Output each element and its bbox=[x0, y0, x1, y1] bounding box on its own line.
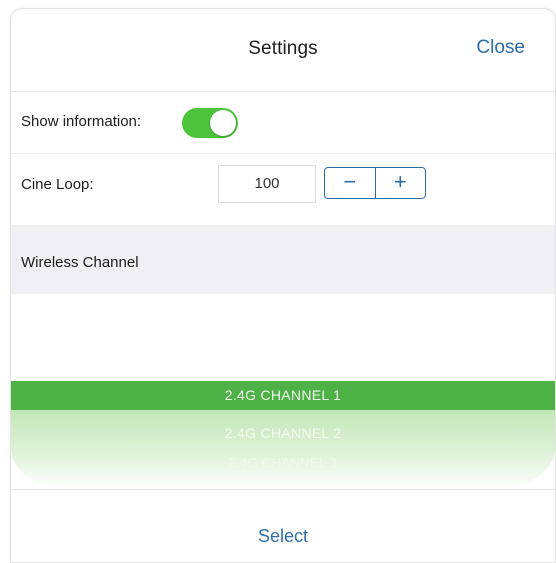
show-information-row: Show information: bbox=[11, 91, 555, 154]
settings-dialog: Settings Close Show information: Cine Lo… bbox=[10, 8, 556, 563]
increment-button[interactable]: + bbox=[376, 168, 426, 198]
toggle-knob bbox=[210, 110, 236, 136]
cine-loop-row: Cine Loop: 100 − + bbox=[11, 154, 555, 216]
close-button[interactable]: Close bbox=[476, 37, 525, 59]
nav-bar: Settings Close bbox=[11, 9, 555, 92]
picker-option-1[interactable]: 2.4G CHANNEL 1 bbox=[11, 387, 555, 403]
cine-loop-stepper: − + bbox=[324, 167, 426, 199]
wireless-channel-header: Wireless Channel bbox=[11, 225, 555, 294]
bottom-toolbar: Select bbox=[11, 489, 555, 562]
channel-picker[interactable]: 2.4G CHANNEL 1 2.4G CHANNEL 2 2.4G CHANN… bbox=[11, 294, 555, 489]
cine-loop-value-field[interactable]: 100 bbox=[218, 165, 316, 203]
picker-option-2[interactable]: 2.4G CHANNEL 2 bbox=[11, 425, 555, 441]
cine-loop-label: Cine Loop: bbox=[21, 176, 94, 193]
select-button[interactable]: Select bbox=[11, 526, 555, 547]
picker-option-3[interactable]: 2.4G CHANNEL 3 bbox=[11, 455, 555, 470]
show-information-toggle[interactable] bbox=[182, 108, 238, 138]
decrement-button[interactable]: − bbox=[325, 168, 375, 198]
picker-option-4[interactable]: 2.4G CHANNEL 4 bbox=[11, 474, 555, 486]
dialog-title: Settings bbox=[248, 38, 318, 59]
show-information-label: Show information: bbox=[21, 113, 142, 130]
picker-selected-row[interactable]: 2.4G CHANNEL 1 bbox=[11, 381, 555, 410]
wireless-channel-label: Wireless Channel bbox=[21, 254, 139, 271]
